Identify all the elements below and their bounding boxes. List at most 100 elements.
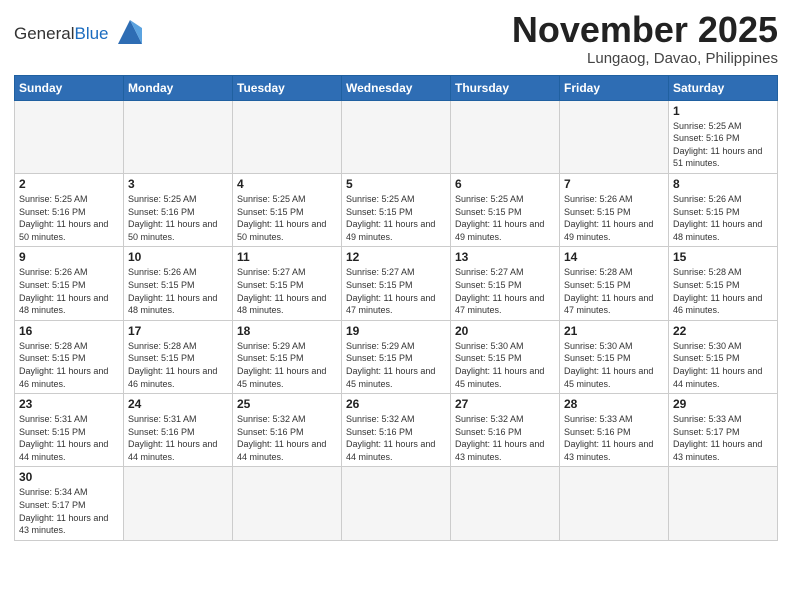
day-number: 29 (673, 397, 773, 411)
day-number: 12 (346, 250, 446, 264)
day-info: Sunrise: 5:25 AMSunset: 5:16 PMDaylight:… (673, 120, 773, 170)
calendar-cell: 16 Sunrise: 5:28 AMSunset: 5:15 PMDayligh… (15, 320, 124, 393)
calendar-cell: 28 Sunrise: 5:33 AMSunset: 5:16 PMDayligh… (560, 394, 669, 467)
day-number: 5 (346, 177, 446, 191)
day-info: Sunrise: 5:33 AMSunset: 5:16 PMDaylight:… (564, 413, 664, 463)
day-number: 22 (673, 324, 773, 338)
day-info: Sunrise: 5:25 AMSunset: 5:16 PMDaylight:… (128, 193, 228, 243)
weekday-header: Sunday (15, 75, 124, 100)
calendar-cell (669, 467, 778, 540)
day-info: Sunrise: 5:32 AMSunset: 5:16 PMDaylight:… (455, 413, 555, 463)
calendar-cell: 25 Sunrise: 5:32 AMSunset: 5:16 PMDayligh… (233, 394, 342, 467)
calendar-cell: 9Sunrise: 5:26 AMSunset: 5:15 PMDaylight… (15, 247, 124, 320)
logo-blue: Blue (74, 24, 108, 43)
day-info: Sunrise: 5:25 AMSunset: 5:15 PMDaylight:… (346, 193, 446, 243)
day-info: Sunrise: 5:26 AMSunset: 5:15 PMDaylight:… (673, 193, 773, 243)
logo-general: General (14, 24, 74, 43)
logo-icon (114, 16, 146, 53)
logo: GeneralBlue (14, 14, 146, 53)
calendar-cell: 20Sunrise: 5:30 AMSunset: 5:15 PMDayligh… (451, 320, 560, 393)
weekday-header: Saturday (669, 75, 778, 100)
calendar-cell: 19Sunrise: 5:29 AMSunset: 5:15 PMDayligh… (342, 320, 451, 393)
weekday-header: Friday (560, 75, 669, 100)
day-info: Sunrise: 5:28 AMSunset: 5:15 PMDaylight:… (128, 340, 228, 390)
day-info: Sunrise: 5:27 AMSunset: 5:15 PMDaylight:… (346, 266, 446, 316)
calendar-cell: 8 Sunrise: 5:26 AMSunset: 5:15 PMDaylight… (669, 173, 778, 246)
calendar-cell: 2 Sunrise: 5:25 AMSunset: 5:16 PMDaylight… (15, 173, 124, 246)
day-number: 27 (455, 397, 555, 411)
day-number: 16 (19, 324, 119, 338)
day-number: 13 (455, 250, 555, 264)
calendar-cell: 26Sunrise: 5:32 AMSunset: 5:16 PMDayligh… (342, 394, 451, 467)
day-info: Sunrise: 5:28 AMSunset: 5:15 PMDaylight:… (564, 266, 664, 316)
day-number: 21 (564, 324, 664, 338)
day-info: Sunrise: 5:25 AMSunset: 5:16 PMDaylight:… (19, 193, 119, 243)
day-info: Sunrise: 5:33 AMSunset: 5:17 PMDaylight:… (673, 413, 773, 463)
calendar-cell: 4 Sunrise: 5:25 AMSunset: 5:15 PMDaylight… (233, 173, 342, 246)
calendar-cell: 23 Sunrise: 5:31 AMSunset: 5:15 PMDayligh… (15, 394, 124, 467)
header: GeneralBlue November 2025 Lungaog, Davao… (14, 10, 778, 67)
day-number: 25 (237, 397, 337, 411)
title-block: November 2025 Lungaog, Davao, Philippine… (512, 10, 778, 67)
day-number: 6 (455, 177, 555, 191)
day-info: Sunrise: 5:26 AMSunset: 5:15 PMDaylight:… (564, 193, 664, 243)
calendar-cell: 11Sunrise: 5:27 AMSunset: 5:15 PMDayligh… (233, 247, 342, 320)
day-number: 4 (237, 177, 337, 191)
day-info: Sunrise: 5:30 AMSunset: 5:15 PMDaylight:… (564, 340, 664, 390)
day-number: 14 (564, 250, 664, 264)
calendar-week-row: 16 Sunrise: 5:28 AMSunset: 5:15 PMDayligh… (15, 320, 778, 393)
calendar-cell: 21 Sunrise: 5:30 AMSunset: 5:15 PMDayligh… (560, 320, 669, 393)
day-info: Sunrise: 5:32 AMSunset: 5:16 PMDaylight:… (237, 413, 337, 463)
day-info: Sunrise: 5:31 AMSunset: 5:15 PMDaylight:… (19, 413, 119, 463)
calendar-week-row: 2 Sunrise: 5:25 AMSunset: 5:16 PMDaylight… (15, 173, 778, 246)
day-number: 11 (237, 250, 337, 264)
day-number: 30 (19, 470, 119, 484)
day-number: 28 (564, 397, 664, 411)
calendar-week-row: 30Sunrise: 5:34 AMSunset: 5:17 PMDayligh… (15, 467, 778, 540)
calendar-cell: 30Sunrise: 5:34 AMSunset: 5:17 PMDayligh… (15, 467, 124, 540)
day-info: Sunrise: 5:28 AMSunset: 5:15 PMDaylight:… (19, 340, 119, 390)
calendar-cell: 27 Sunrise: 5:32 AMSunset: 5:16 PMDayligh… (451, 394, 560, 467)
calendar-cell (233, 467, 342, 540)
day-number: 2 (19, 177, 119, 191)
calendar-week-row: 9 Sunrise: 5:26 AMSunset: 5:15 PMDaylight… (15, 247, 778, 320)
calendar-cell: 29 Sunrise: 5:33 AMSunset: 5:17 PMDayligh… (669, 394, 778, 467)
day-number: 24 (128, 397, 228, 411)
day-number: 15 (673, 250, 773, 264)
day-number: 1 (673, 104, 773, 118)
day-info: Sunrise: 5:30 AMSunset: 5:15 PMDaylight:… (673, 340, 773, 390)
weekday-header: Monday (124, 75, 233, 100)
calendar-cell: 7Sunrise: 5:26 AMSunset: 5:15 PMDaylight… (560, 173, 669, 246)
calendar-cell (124, 100, 233, 173)
calendar-cell: 12 Sunrise: 5:27 AMSunset: 5:15 PMDayligh… (342, 247, 451, 320)
calendar-cell (342, 467, 451, 540)
day-number: 8 (673, 177, 773, 191)
calendar-week-row: 1 Sunrise: 5:25 AMSunset: 5:16 PMDaylight… (15, 100, 778, 173)
page: GeneralBlue November 2025 Lungaog, Davao… (0, 0, 792, 612)
calendar-cell (451, 467, 560, 540)
calendar-week-row: 23 Sunrise: 5:31 AMSunset: 5:15 PMDayligh… (15, 394, 778, 467)
day-info: Sunrise: 5:25 AMSunset: 5:15 PMDaylight:… (237, 193, 337, 243)
calendar-cell: 1 Sunrise: 5:25 AMSunset: 5:16 PMDaylight… (669, 100, 778, 173)
calendar-cell: 15Sunrise: 5:28 AMSunset: 5:15 PMDayligh… (669, 247, 778, 320)
day-number: 9 (19, 250, 119, 264)
calendar-cell: 17Sunrise: 5:28 AMSunset: 5:15 PMDayligh… (124, 320, 233, 393)
calendar-cell: 3 Sunrise: 5:25 AMSunset: 5:16 PMDaylight… (124, 173, 233, 246)
day-info: Sunrise: 5:31 AMSunset: 5:16 PMDaylight:… (128, 413, 228, 463)
day-number: 23 (19, 397, 119, 411)
day-info: Sunrise: 5:26 AMSunset: 5:15 PMDaylight:… (128, 266, 228, 316)
location-subtitle: Lungaog, Davao, Philippines (512, 50, 778, 67)
day-number: 3 (128, 177, 228, 191)
calendar-cell: 18Sunrise: 5:29 AMSunset: 5:15 PMDayligh… (233, 320, 342, 393)
calendar-cell (451, 100, 560, 173)
calendar-cell: 24 Sunrise: 5:31 AMSunset: 5:16 PMDayligh… (124, 394, 233, 467)
day-info: Sunrise: 5:27 AMSunset: 5:15 PMDaylight:… (455, 266, 555, 316)
calendar-cell: 14 Sunrise: 5:28 AMSunset: 5:15 PMDayligh… (560, 247, 669, 320)
day-info: Sunrise: 5:29 AMSunset: 5:15 PMDaylight:… (237, 340, 337, 390)
weekday-header: Thursday (451, 75, 560, 100)
calendar-cell (233, 100, 342, 173)
day-number: 10 (128, 250, 228, 264)
calendar-cell (560, 467, 669, 540)
month-title: November 2025 (512, 10, 778, 50)
logo-text: GeneralBlue (14, 24, 109, 44)
